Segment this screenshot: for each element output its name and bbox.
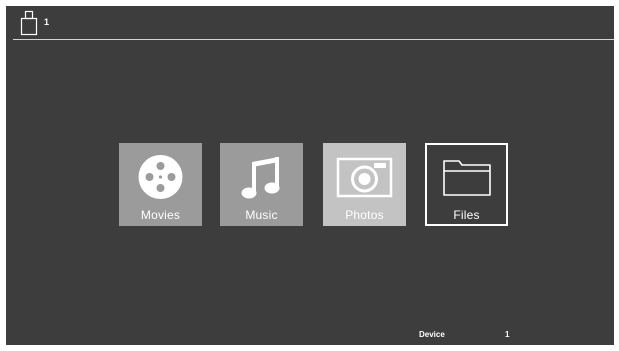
device-status-value: 1 — [505, 330, 510, 339]
header-divider — [13, 39, 614, 40]
film-reel-icon — [138, 155, 183, 199]
usb-drive-icon — [20, 10, 38, 36]
movies-tile[interactable]: Movies — [119, 143, 202, 226]
files-tile[interactable]: Files — [425, 143, 508, 226]
music-note-icon — [241, 157, 280, 199]
photos-tile[interactable]: Photos — [323, 143, 406, 226]
media-home-screen: 1 Movies Music Photos Files Device 1 — [6, 6, 614, 345]
movies-label: Movies — [140, 208, 181, 222]
photos-label: Photos — [345, 208, 384, 222]
music-label: Music — [245, 208, 278, 222]
top-bar: 1 — [6, 6, 614, 40]
device-status-label: Device — [419, 330, 445, 339]
files-label: Files — [453, 208, 480, 222]
music-tile[interactable]: Music — [220, 143, 303, 226]
camera-icon — [336, 157, 393, 198]
folder-icon — [443, 160, 491, 196]
device-count: 1 — [44, 17, 50, 27]
